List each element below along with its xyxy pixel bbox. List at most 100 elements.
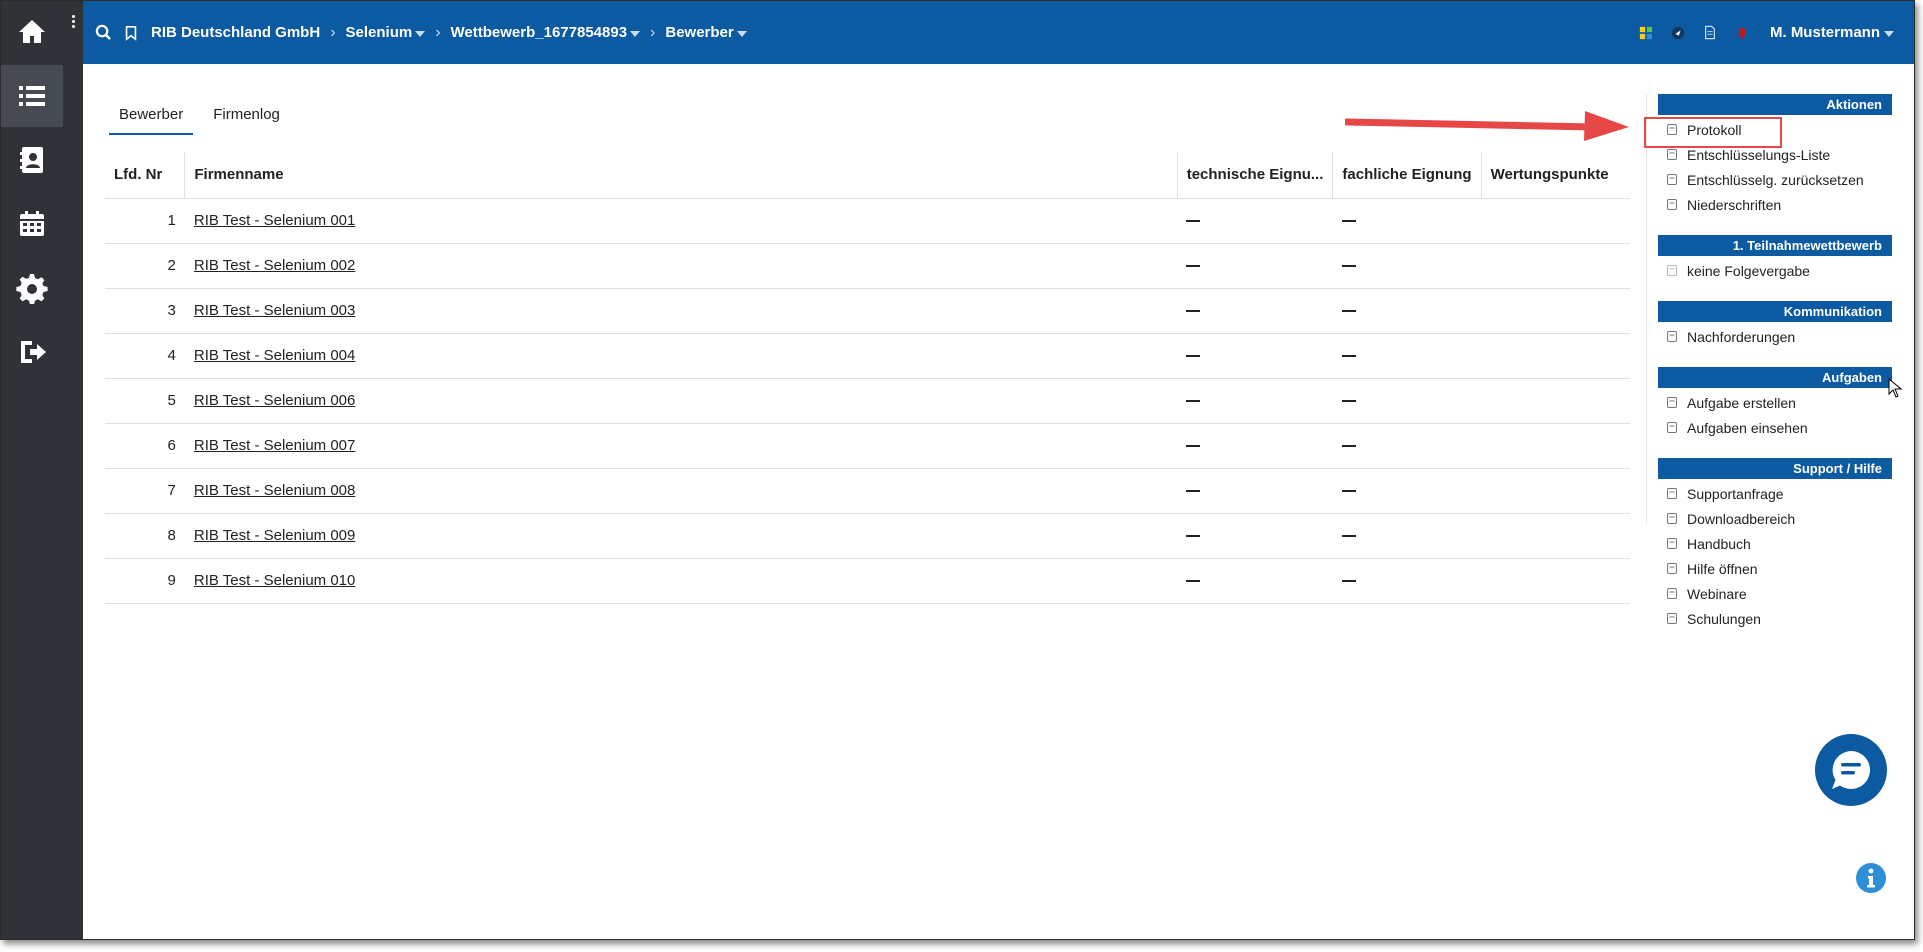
document-icon[interactable] (1702, 25, 1718, 41)
header-tools: M. Mustermann (1622, 1, 1894, 64)
document-icon (1667, 563, 1677, 574)
column-header-technische-eignung[interactable]: technische Eignu... (1176, 152, 1333, 199)
table-header-row: Lfd. Nr Firmenname technische Eignu... f… (105, 152, 1630, 199)
empty-value-dash (1186, 355, 1201, 358)
main-content: Bewerber Firmenlog Lfd. Nr Firmenname te… (83, 64, 1647, 939)
row-number: 9 (105, 558, 185, 604)
panel-group-aktionen: Aktionen Protokoll Entschlüsselungs-List… (1658, 94, 1892, 217)
company-link[interactable]: RIB Test - Selenium 006 (194, 392, 355, 409)
action-downloadbereich[interactable]: Downloadbereich (1658, 506, 1892, 531)
gear-icon[interactable] (1, 257, 63, 319)
column-header-fachliche-eignung[interactable]: fachliche Eignung (1332, 152, 1482, 199)
search-icon[interactable] (95, 24, 113, 42)
panel-group-support: Support / Hilfe Supportanfrage Downloadb… (1658, 458, 1892, 631)
breadcrumb-page[interactable]: Bewerber (665, 24, 747, 41)
user-menu[interactable]: M. Mustermann (1770, 24, 1894, 41)
sidebar-menu-icon[interactable] (72, 15, 75, 30)
company-link[interactable]: RIB Test - Selenium 004 (194, 347, 355, 364)
document-icon (1667, 199, 1677, 210)
breadcrumb-company[interactable]: RIB Deutschland GmbH (151, 24, 320, 41)
bidder-table: Lfd. Nr Firmenname technische Eignu... f… (105, 152, 1630, 604)
action-niederschriften[interactable]: Niederschriften (1658, 192, 1892, 217)
empty-value-dash (1186, 445, 1201, 448)
table-row: 8 RIB Test - Selenium 009 (105, 513, 1630, 559)
action-nachforderungen[interactable]: Nachforderungen (1658, 324, 1892, 349)
company-link[interactable]: RIB Test - Selenium 009 (194, 527, 355, 544)
company-link[interactable]: RIB Test - Selenium 010 (194, 572, 355, 589)
document-icon (1667, 265, 1677, 276)
logout-icon[interactable] (1, 321, 63, 383)
action-entschluesselung-zuruecksetzen[interactable]: Entschlüsselg. zurücksetzen (1658, 167, 1892, 192)
company-link[interactable]: RIB Test - Selenium 007 (194, 437, 355, 454)
action-hilfe-oeffnen[interactable]: Hilfe öffnen (1658, 556, 1892, 581)
chat-icon[interactable] (1815, 734, 1887, 806)
company-link[interactable]: RIB Test - Selenium 003 (194, 302, 355, 319)
table-row: 4 RIB Test - Selenium 004 (105, 333, 1630, 379)
empty-value-dash (1186, 400, 1201, 403)
action-handbuch[interactable]: Handbuch (1658, 531, 1892, 556)
row-number: 1 (105, 198, 185, 244)
calendar-icon[interactable] (1, 193, 63, 255)
empty-value-dash (1186, 535, 1201, 538)
empty-value-dash (1341, 580, 1356, 583)
empty-value-dash (1341, 265, 1356, 268)
table-row: 9 RIB Test - Selenium 010 (105, 558, 1630, 604)
panel-divider (1646, 94, 1647, 524)
column-header-firmenname[interactable]: Firmenname (184, 152, 1178, 199)
company-link[interactable]: RIB Test - Selenium 001 (194, 212, 355, 229)
tab-bewerber[interactable]: Bewerber (109, 102, 194, 135)
company-link[interactable]: RIB Test - Selenium 008 (194, 482, 355, 499)
chevron-down-icon (736, 30, 747, 37)
bookmark-icon[interactable] (123, 24, 141, 42)
table-row: 5 RIB Test - Selenium 006 (105, 378, 1630, 424)
contacts-icon[interactable] (1, 129, 63, 191)
table-row: 3 RIB Test - Selenium 003 (105, 288, 1630, 334)
action-aufgabe-erstellen[interactable]: Aufgabe erstellen (1658, 390, 1892, 415)
empty-value-dash (1341, 220, 1356, 223)
action-keine-folgevergabe[interactable]: keine Folgevergabe (1658, 258, 1892, 283)
home-icon[interactable] (1, 1, 63, 63)
document-icon (1667, 513, 1677, 524)
panel-heading: Aktionen (1658, 94, 1892, 115)
empty-value-dash (1186, 265, 1201, 268)
table-row: 1 RIB Test - Selenium 001 (105, 198, 1630, 244)
company-link[interactable]: RIB Test - Selenium 002 (194, 257, 355, 274)
document-icon (1667, 174, 1677, 185)
document-icon (1667, 331, 1677, 342)
document-icon (1667, 613, 1677, 624)
table-row: 6 RIB Test - Selenium 007 (105, 423, 1630, 469)
action-panel: Aktionen Protokoll Entschlüsselungs-List… (1658, 94, 1892, 649)
breadcrumb-competition[interactable]: Wettbewerb_1677854893 (451, 24, 641, 41)
row-number: 6 (105, 423, 185, 469)
bell-icon[interactable] (1734, 25, 1750, 41)
document-icon (1667, 538, 1677, 549)
tab-bar: Bewerber Firmenlog (109, 102, 300, 135)
column-header-wertungspunkte[interactable]: Wertungspunkte (1480, 152, 1630, 199)
list-icon[interactable] (1, 65, 63, 127)
action-aufgaben-einsehen[interactable]: Aufgaben einsehen (1658, 415, 1892, 440)
document-icon (1667, 488, 1677, 499)
panel-heading: Aufgaben (1658, 367, 1892, 388)
document-icon (1667, 149, 1677, 160)
notes-icon[interactable] (1670, 25, 1686, 41)
column-header-nr[interactable]: Lfd. Nr (105, 152, 185, 199)
tab-firmenlog[interactable]: Firmenlog (203, 102, 290, 135)
row-number: 2 (105, 243, 185, 289)
info-icon[interactable] (1856, 863, 1886, 893)
apps-icon[interactable] (1638, 25, 1654, 41)
empty-value-dash (1341, 355, 1356, 358)
row-number: 3 (105, 288, 185, 334)
app-window: RIB Deutschland GmbH › Selenium › Wettbe… (0, 0, 1915, 940)
action-webinare[interactable]: Webinare (1658, 581, 1892, 606)
panel-group-teilnahmewettbewerb: 1. Teilnahmewettbewerb keine Folgevergab… (1658, 235, 1892, 283)
action-supportanfrage[interactable]: Supportanfrage (1658, 481, 1892, 506)
document-icon (1667, 588, 1677, 599)
table-row: 2 RIB Test - Selenium 002 (105, 243, 1630, 289)
action-schulungen[interactable]: Schulungen (1658, 606, 1892, 631)
left-sidebar (1, 1, 83, 939)
empty-value-dash (1186, 220, 1201, 223)
empty-value-dash (1341, 310, 1356, 313)
breadcrumb-project[interactable]: Selenium (346, 24, 426, 41)
mouse-cursor-icon (1888, 378, 1902, 398)
table-row: 7 RIB Test - Selenium 008 (105, 468, 1630, 514)
